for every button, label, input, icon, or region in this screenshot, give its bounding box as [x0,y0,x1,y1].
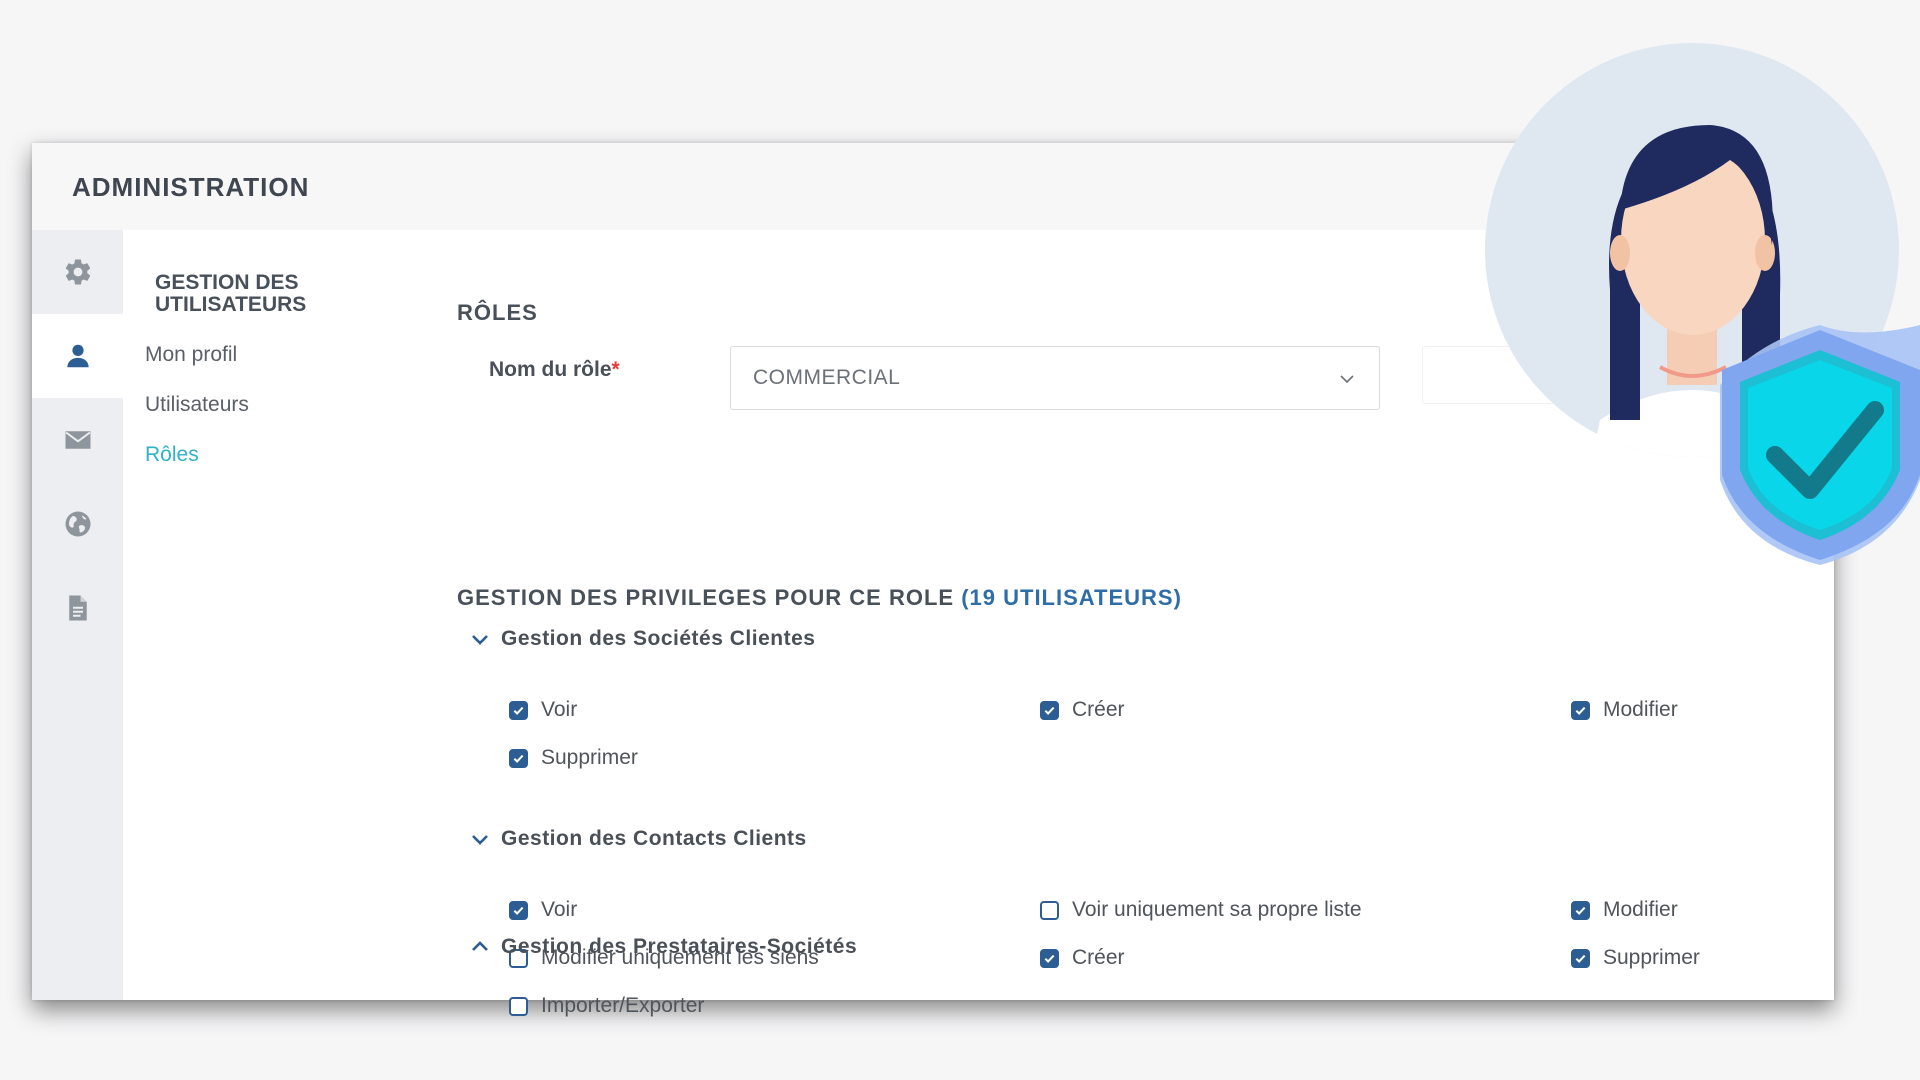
chevron-down-icon [472,635,488,645]
group-header-prestataires-societes[interactable]: Gestion des Prestataires-Sociétés [469,935,857,959]
globe-icon [65,511,90,537]
chevron-down-icon [1340,375,1354,384]
user-count: (19 UTILISATEURS) [961,585,1182,610]
checkbox-box[interactable] [1571,948,1590,968]
rail-item-users[interactable] [32,314,123,398]
rail-item-documents[interactable] [32,566,123,650]
check-icon [1575,706,1586,715]
role-name-label: Nom du rôle* [489,358,620,382]
subnav-item-my-profile[interactable]: Mon profil [145,343,237,367]
checkbox-label: Voir uniquement sa propre liste [1072,898,1362,921]
checkbox-contacts-creer[interactable]: Créer [1040,946,1125,970]
envelope-icon [65,431,90,449]
checkbox-societes-modifier[interactable]: Modifier [1571,698,1678,722]
checkbox-societes-supprimer[interactable]: Supprimer [509,746,638,770]
checkbox-box[interactable] [509,748,528,768]
group-title: Gestion des Sociétés Clientes [501,627,816,650]
checkbox-label: Supprimer [1603,946,1700,969]
top-bar: ADMINISTRATION [32,143,1834,230]
gear-icon [65,259,90,285]
checkbox-box[interactable] [509,700,528,720]
checkbox-label: Voir [541,898,578,921]
checkbox-contacts-supprimer[interactable]: Supprimer [1571,946,1700,970]
group-title: Gestion des Contacts Clients [501,827,807,850]
check-icon [1044,706,1055,715]
check-icon [513,706,524,715]
check-icon [1575,906,1586,915]
role-name-value: COMMERCIAL [753,366,901,389]
checkbox-societes-voir[interactable]: Voir [509,698,577,722]
rail-item-settings[interactable] [32,230,123,314]
checkbox-box[interactable] [1571,900,1590,920]
chevron-up-icon [472,941,488,951]
group-header-societes-clientes[interactable]: Gestion des Sociétés Clientes [469,627,815,651]
rail-item-web[interactable] [32,482,123,566]
checkbox-box[interactable] [1571,700,1590,720]
app-title: ADMINISTRATION [72,172,310,202]
checkbox-box[interactable] [1040,700,1059,720]
checkbox-label: Créer [1072,698,1125,721]
document-icon [68,595,87,621]
check-icon [513,754,524,763]
checkbox-box[interactable] [1040,900,1059,920]
role-name-select[interactable]: COMMERCIAL [730,346,1380,410]
subnav-title: GESTION DES UTILISATEURS [155,271,307,316]
checkbox-label: Importer/Exporter [541,994,705,1017]
rail-item-mail[interactable] [32,398,123,482]
roles-content: RÔLES Nom du rôle* COMMERCIAL GESTION DE… [457,230,1807,1017]
user-icon [66,344,89,368]
roles-section-title: RÔLES [457,300,538,325]
checkbox-box[interactable] [509,996,528,1016]
icon-rail [32,230,123,1000]
checkbox-contacts-voir-propre-liste[interactable]: Voir uniquement sa propre liste [1040,898,1362,922]
group-title: Gestion des Prestataires-Sociétés [501,935,858,958]
checkbox-contacts-importer-exporter[interactable]: Importer/Exporter [509,994,704,1018]
checkbox-contacts-modifier[interactable]: Modifier [1571,898,1678,922]
checkbox-label: Supprimer [541,746,638,769]
subnav-item-users[interactable]: Utilisateurs [145,393,249,417]
admin-window: ADMINISTRATION GESTION DES UTILISATEURS … [32,143,1834,1017]
role-name-label-text: Nom du rôle [489,358,612,381]
checkbox-label: Voir [541,698,578,721]
checkbox-box[interactable] [1040,948,1059,968]
checkbox-contacts-voir[interactable]: Voir [509,898,577,922]
check-icon [1575,954,1586,963]
privileges-title-text: GESTION DES PRIVILEGES POUR CE ROLE [457,585,955,610]
checkbox-label: Modifier [1603,898,1678,921]
user-management-nav: GESTION DES UTILISATEURS Mon profil Util… [123,230,423,1000]
check-icon [1044,954,1055,963]
chevron-down-icon [472,835,488,845]
checkbox-societes-creer[interactable]: Créer [1040,698,1125,722]
secondary-field[interactable] [1422,346,1624,404]
checkbox-box[interactable] [509,900,528,920]
required-mark: * [611,358,620,381]
subnav-item-roles[interactable]: Rôles [145,443,199,467]
checkbox-label: Modifier [1603,698,1678,721]
privileges-title: GESTION DES PRIVILEGES POUR CE ROLE (19 … [457,585,1182,611]
group-header-contacts-clients[interactable]: Gestion des Contacts Clients [469,827,807,851]
checkbox-label: Créer [1072,946,1125,969]
check-icon [513,906,524,915]
